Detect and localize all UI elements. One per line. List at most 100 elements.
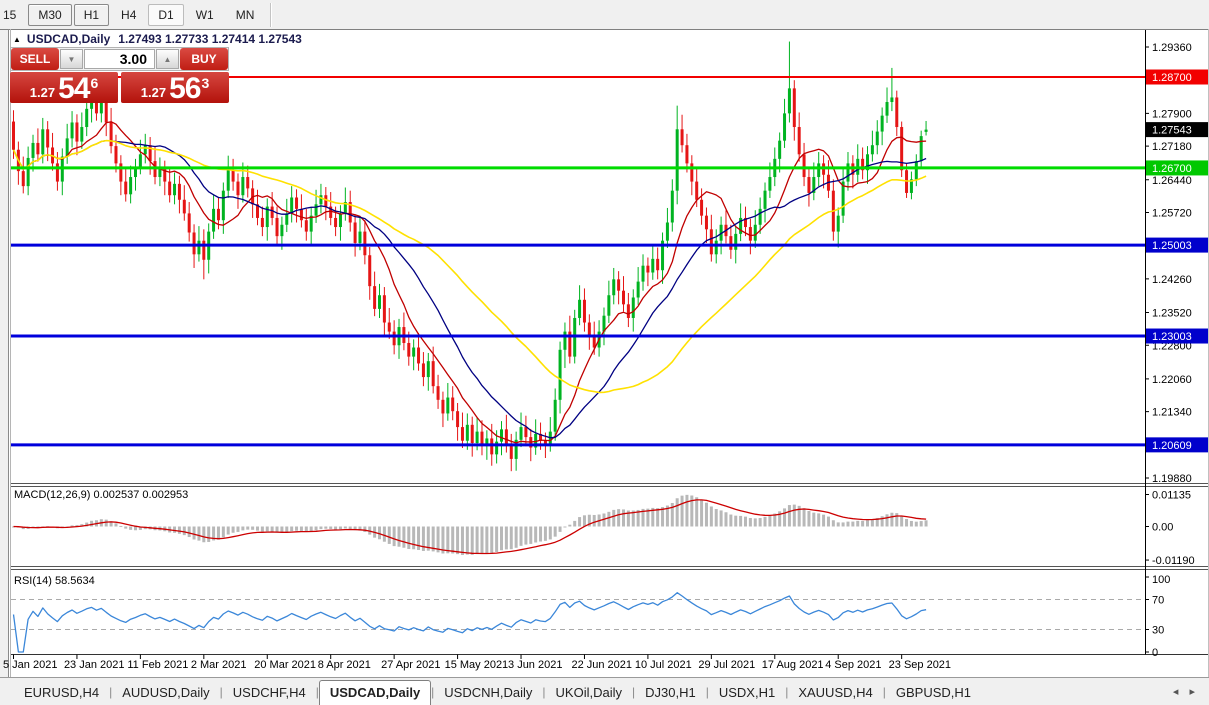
- sell-button[interactable]: SELL: [11, 48, 59, 70]
- macd-histogram-bar: [129, 527, 132, 530]
- chart-tab-usdcnhdaily[interactable]: USDCNH,Daily: [434, 681, 542, 705]
- timeframe-button-h1[interactable]: H1: [74, 4, 109, 26]
- macd-histogram-bar: [505, 527, 508, 550]
- candle-body: [754, 225, 757, 241]
- macd-histogram-bar: [266, 527, 269, 532]
- date-label[interactable]: 22 Jun 2021: [571, 659, 632, 671]
- candle-body: [554, 400, 557, 432]
- price-tick-label: 1.27900: [1152, 108, 1192, 120]
- candle-body: [71, 122, 74, 138]
- volume-decrease-icon[interactable]: ▼: [60, 49, 83, 69]
- macd-histogram-bar: [851, 522, 854, 527]
- candle-body: [202, 241, 205, 260]
- chart-tab-usdxh1[interactable]: USDX,H1: [709, 681, 785, 705]
- timeframe-button-d1[interactable]: D1: [148, 4, 183, 26]
- macd-histogram-bar: [900, 516, 903, 527]
- date-label[interactable]: 3 Jun 2021: [508, 659, 562, 671]
- buy-button[interactable]: BUY: [180, 48, 228, 70]
- candle-body: [236, 182, 239, 196]
- date-label[interactable]: 5 Jan 2021: [3, 659, 57, 671]
- chart-tab-xauusdh4[interactable]: XAUUSD,H4: [788, 681, 882, 705]
- timeframe-button-15[interactable]: 15: [0, 4, 26, 26]
- candle-body: [373, 286, 376, 309]
- chart-tab-usdcaddaily[interactable]: USDCAD,Daily: [319, 680, 431, 705]
- candle-body: [705, 216, 708, 230]
- candle-body: [422, 363, 425, 377]
- candle-body: [651, 259, 654, 273]
- ask-price-big: 56: [169, 75, 200, 102]
- candle-body: [685, 145, 688, 163]
- macd-histogram-bar: [241, 527, 244, 531]
- candle-body: [871, 145, 874, 154]
- date-label[interactable]: 23 Jan 2021: [64, 659, 125, 671]
- date-label[interactable]: 11 Feb 2021: [127, 659, 188, 671]
- macd-histogram-bar: [407, 527, 410, 549]
- timeframe-button-w1[interactable]: W1: [186, 4, 224, 26]
- macd-histogram-bar: [573, 521, 576, 527]
- date-label[interactable]: 15 May 2021: [445, 659, 509, 671]
- bid-price-panel[interactable]: 1.27 54 6: [10, 72, 118, 103]
- macd-histogram-bar: [656, 508, 659, 526]
- candle-body: [671, 191, 674, 223]
- macd-indicator-label: MACD(12,26,9) 0.002537 0.002953: [14, 489, 188, 501]
- candle-body: [886, 102, 889, 116]
- tab-scroll-arrows[interactable]: ◂ ▸: [1173, 685, 1209, 698]
- macd-histogram-bar: [261, 527, 264, 532]
- chart-tab-dj30h1[interactable]: DJ30,H1: [635, 681, 706, 705]
- chart-tab-usdchfh4[interactable]: USDCHF,H4: [223, 681, 316, 705]
- candle-body: [788, 88, 791, 113]
- candle-body: [80, 127, 83, 142]
- candle-body: [627, 304, 630, 318]
- chart-tab-eurusdh4[interactable]: EURUSD,H4: [14, 681, 109, 705]
- candle-body: [12, 122, 15, 150]
- chart-tab-bar: EURUSD,H4|AUDUSD,Daily|USDCHF,H4|USDCAD,…: [0, 677, 1209, 705]
- timeframe-button-mn[interactable]: MN: [226, 4, 265, 26]
- macd-histogram-bar: [871, 519, 874, 526]
- macd-histogram-bar: [544, 527, 547, 541]
- candle-body: [563, 332, 566, 350]
- candle-body: [490, 438, 493, 454]
- macd-histogram-bar: [388, 527, 391, 544]
- candle-body: [358, 232, 361, 243]
- macd-histogram-bar: [832, 520, 835, 526]
- chart-tab-ukoildaily[interactable]: UKOil,Daily: [546, 681, 632, 705]
- volume-input[interactable]: 3.00: [84, 49, 155, 69]
- candle-body: [890, 97, 893, 102]
- timeframe-button-h4[interactable]: H4: [111, 4, 146, 26]
- date-label[interactable]: 4 Sep 2021: [825, 659, 881, 671]
- chart-tab-audusddaily[interactable]: AUDUSD,Daily: [112, 681, 219, 705]
- macd-histogram-bar: [861, 521, 864, 527]
- timeframe-button-m30[interactable]: M30: [28, 4, 71, 26]
- macd-histogram-bar: [393, 527, 396, 547]
- macd-histogram-bar: [446, 527, 449, 554]
- rsi-scale-label: 100: [1152, 574, 1170, 586]
- candle-body: [300, 209, 303, 220]
- volume-increase-icon[interactable]: ▲: [156, 49, 179, 69]
- macd-histogram-bar: [246, 527, 249, 530]
- trading-terminal: 15M30H1H4D1W1MN 1.293601.279001.271801.2…: [0, 0, 1209, 705]
- date-label[interactable]: 29 Jul 2021: [698, 659, 755, 671]
- chart-symbol-label: USDCAD,Daily: [27, 32, 110, 46]
- date-label[interactable]: 27 Apr 2021: [381, 659, 440, 671]
- date-label[interactable]: 20 Mar 2021: [254, 659, 316, 671]
- date-label[interactable]: 10 Jul 2021: [635, 659, 692, 671]
- macd-histogram-bar: [344, 527, 347, 529]
- candle-body: [768, 177, 771, 191]
- price-tick-label: 1.21340: [1152, 407, 1192, 419]
- price-tick-label: 1.29360: [1152, 42, 1192, 54]
- date-label[interactable]: 2 Mar 2021: [191, 659, 247, 671]
- collapse-icon[interactable]: ▲: [13, 35, 21, 44]
- macd-histogram-bar: [568, 525, 571, 527]
- candle-body: [129, 177, 132, 194]
- candle-body: [41, 129, 44, 154]
- ask-price-panel[interactable]: 1.27 56 3: [121, 72, 229, 103]
- candle-body: [803, 154, 806, 177]
- date-label[interactable]: 8 Apr 2021: [318, 659, 371, 671]
- date-label[interactable]: 23 Sep 2021: [889, 659, 951, 671]
- macd-histogram-bar: [793, 505, 796, 527]
- candle-body: [642, 266, 645, 282]
- chart-tab-gbpusdh1[interactable]: GBPUSD,H1: [886, 681, 981, 705]
- date-label[interactable]: 17 Aug 2021: [762, 659, 824, 671]
- price-chart[interactable]: 1.293601.279001.271801.264401.257201.242…: [0, 0, 1209, 705]
- macd-histogram-bar: [217, 527, 220, 540]
